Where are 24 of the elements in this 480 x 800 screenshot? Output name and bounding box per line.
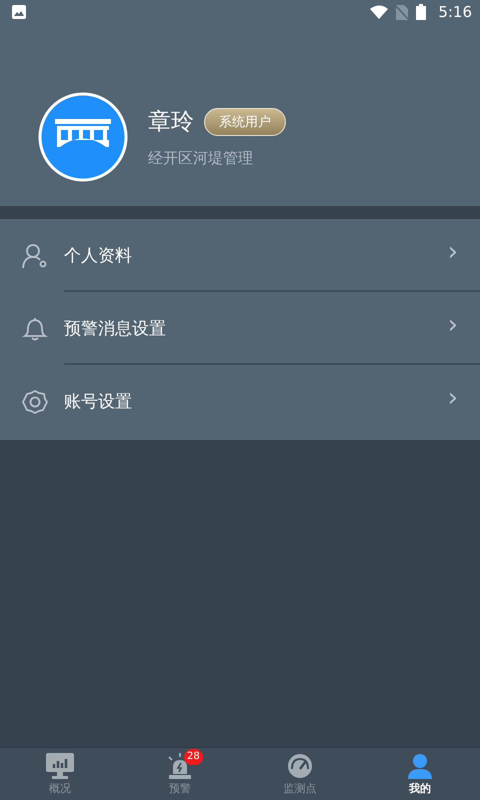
- user-name: 章玲: [148, 108, 194, 137]
- tab[interactable]: 我的: [360, 748, 480, 800]
- chevron-icon: ›: [448, 384, 458, 410]
- no-sim-icon: [396, 4, 408, 20]
- tab[interactable]: 28 预警: [120, 748, 240, 800]
- bell-icon: [22, 316, 48, 342]
- menu-item[interactable]: 预警消息设置: [64, 317, 448, 340]
- role-badge: 系统用户: [204, 108, 286, 136]
- person-icon: [407, 752, 433, 778]
- gear-icon: [22, 388, 48, 414]
- battery-icon: [416, 4, 426, 20]
- monitor-chart-icon: [46, 752, 74, 778]
- count-badge: 28: [184, 748, 203, 764]
- chevron-icon: ›: [448, 312, 458, 338]
- chevron-icon: ›: [448, 238, 458, 264]
- wifi-icon: [370, 5, 388, 19]
- menu-item[interactable]: 个人资料: [64, 244, 448, 267]
- user-settings-icon: [22, 242, 48, 268]
- gauge-icon: [287, 752, 313, 778]
- menu-item[interactable]: 账号设置: [64, 390, 448, 413]
- bridge-logo-icon: [38, 92, 128, 182]
- status-time: 5:16: [438, 3, 472, 21]
- department-text: 经开区河堤管理: [148, 149, 254, 168]
- image-icon: [12, 5, 26, 19]
